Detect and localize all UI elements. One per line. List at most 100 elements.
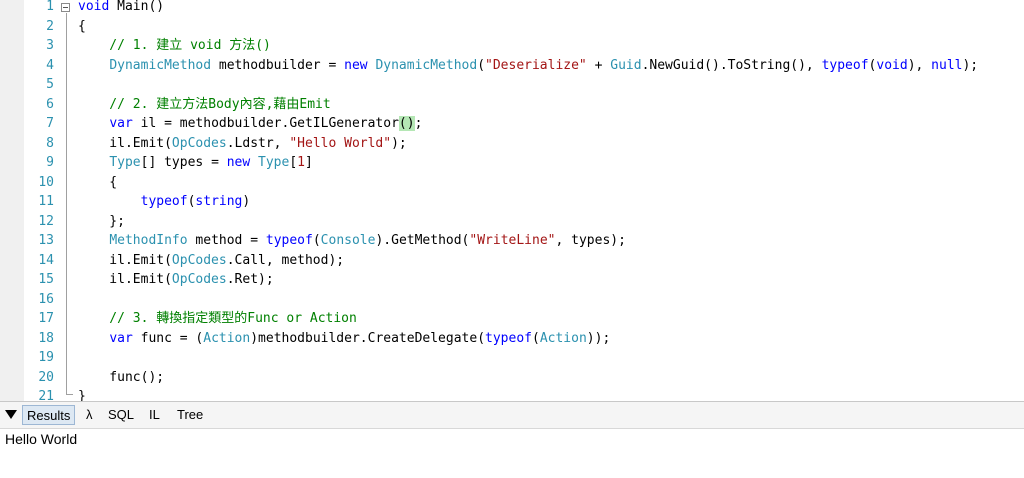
line-number: 8: [46, 135, 54, 151]
tab-lambda[interactable]: λ: [82, 405, 97, 425]
tab-results[interactable]: Results: [22, 405, 76, 425]
code-token: null: [931, 57, 963, 73]
code-token: Console: [320, 233, 376, 248]
code-token: ]: [305, 155, 313, 170]
code-token: +: [586, 57, 611, 73]
code-token: (): [398, 116, 415, 131]
code-text: {: [78, 173, 117, 193]
line-number: 7: [46, 116, 54, 131]
code-editor[interactable]: 1 void Main() 2{3 // 1. 建立 void 方法() 4 Dyna…: [0, 0, 1024, 401]
line-number: 15: [38, 272, 54, 287]
code-token: "WriteLine": [469, 233, 556, 248]
code-token: };: [78, 213, 125, 229]
code-text: il.Emit(OpCodes.Ldstr, "Hello World");: [78, 134, 407, 154]
code-token: DynamicMethod: [109, 57, 212, 73]
code-line: 20 func();: [0, 368, 1024, 388]
tab-il[interactable]: IL: [145, 405, 164, 425]
code-text: Type[] types = new Type[1]: [78, 153, 313, 173]
code-line: 1 void Main(): [0, 0, 1024, 17]
code-token: // 1. 建立 void 方法(): [78, 38, 271, 53]
tab-sql[interactable]: SQL: [104, 405, 138, 425]
code-text: void Main(): [78, 0, 164, 17]
code-token: il.Emit(: [78, 252, 172, 268]
code-token: );: [391, 135, 407, 151]
line-number: 1: [46, 0, 54, 14]
code-token: il = methodbuilder.GetILGenerator: [132, 116, 399, 131]
code-token: {: [78, 18, 86, 34]
code-line: 5: [0, 75, 1024, 95]
code-text: // 2. 建立方法Body內容,藉由Emit: [78, 95, 331, 115]
code-line: 3 // 1. 建立 void 方法(): [0, 36, 1024, 56]
code-line: 11 typeof(string): [0, 192, 1024, 212]
code-text: DynamicMethod methodbuilder = new Dynami…: [78, 56, 978, 76]
line-number: 13: [38, 233, 54, 248]
code-token: ));: [586, 330, 611, 346]
code-line: 21}: [0, 387, 1024, 401]
code-line: 9 Type[] types = new Type[1]: [0, 153, 1024, 173]
code-token: new: [344, 57, 368, 73]
code-token: ;: [414, 116, 423, 131]
line-number: 6: [46, 96, 54, 112]
code-line: 16: [0, 290, 1024, 310]
code-token: ): [242, 194, 251, 209]
line-number: 3: [46, 38, 54, 53]
code-line: 12 };: [0, 212, 1024, 232]
code-token: }: [78, 389, 86, 401]
line-number: 14: [38, 252, 54, 268]
code-token: );: [962, 57, 979, 73]
line-number: 4: [46, 57, 54, 73]
code-token: (: [312, 233, 321, 248]
line-number: 11: [38, 194, 54, 209]
code-line: 13 MethodInfo method = typeof(Console).G…: [0, 231, 1024, 251]
line-number: 17: [38, 311, 54, 326]
line-number: 21: [38, 389, 54, 401]
code-token: , types);: [555, 233, 626, 248]
code-token: var: [109, 116, 133, 131]
code-token: OpCodes: [171, 252, 227, 268]
code-text: // 1. 建立 void 方法(): [78, 36, 271, 56]
line-number: 2: [46, 18, 54, 34]
code-token: il.Emit(: [78, 135, 172, 151]
code-token: [: [289, 155, 298, 170]
code-token: func = (: [132, 330, 204, 346]
code-text: il.Emit(OpCodes.Call, method);: [78, 251, 344, 271]
code-token: typeof: [140, 194, 188, 209]
code-token: // 2. 建立方法Body內容,藉由Emit: [78, 96, 331, 112]
code-token: typeof: [485, 330, 532, 346]
code-token: method =: [187, 233, 266, 248]
code-text: {: [78, 17, 86, 37]
code-token: .Ret);: [226, 272, 274, 287]
code-token: typeof: [265, 233, 313, 248]
code-token: DynamicMethod: [375, 57, 478, 73]
code-line: 17 // 3. 轉換指定類型的Func or Action: [0, 309, 1024, 329]
code-token: "Deserialize": [485, 57, 587, 73]
code-token: [] types =: [140, 155, 227, 170]
code-text: }: [78, 387, 86, 401]
code-token: Action: [539, 330, 587, 346]
code-token: Type: [258, 155, 290, 170]
code-token: {: [78, 174, 118, 190]
code-token: MethodInfo: [109, 233, 188, 248]
code-token: typeof: [821, 57, 869, 73]
code-line: 14 il.Emit(OpCodes.Call, method);: [0, 251, 1024, 271]
code-text: var func = (Action)methodbuilder.CreateD…: [78, 329, 610, 349]
code-line: 6 // 2. 建立方法Body內容,藉由Emit: [0, 95, 1024, 115]
code-line: 2{: [0, 17, 1024, 37]
tab-tree[interactable]: Tree: [173, 405, 207, 425]
code-token: string: [195, 194, 243, 209]
code-token: Type: [109, 155, 141, 170]
code-token: new: [226, 155, 251, 170]
code-line: 18 var func = (Action)methodbuilder.Crea…: [0, 329, 1024, 349]
code-token: il.Emit(: [78, 272, 172, 287]
code-token: "Hello World": [289, 135, 392, 151]
code-text: func();: [78, 368, 164, 388]
triangle-down-icon[interactable]: [5, 410, 17, 419]
code-token: void: [876, 57, 908, 73]
code-token: var: [109, 330, 133, 346]
line-number: 12: [38, 213, 54, 229]
code-token: .NewGuid().ToString(),: [641, 57, 822, 73]
